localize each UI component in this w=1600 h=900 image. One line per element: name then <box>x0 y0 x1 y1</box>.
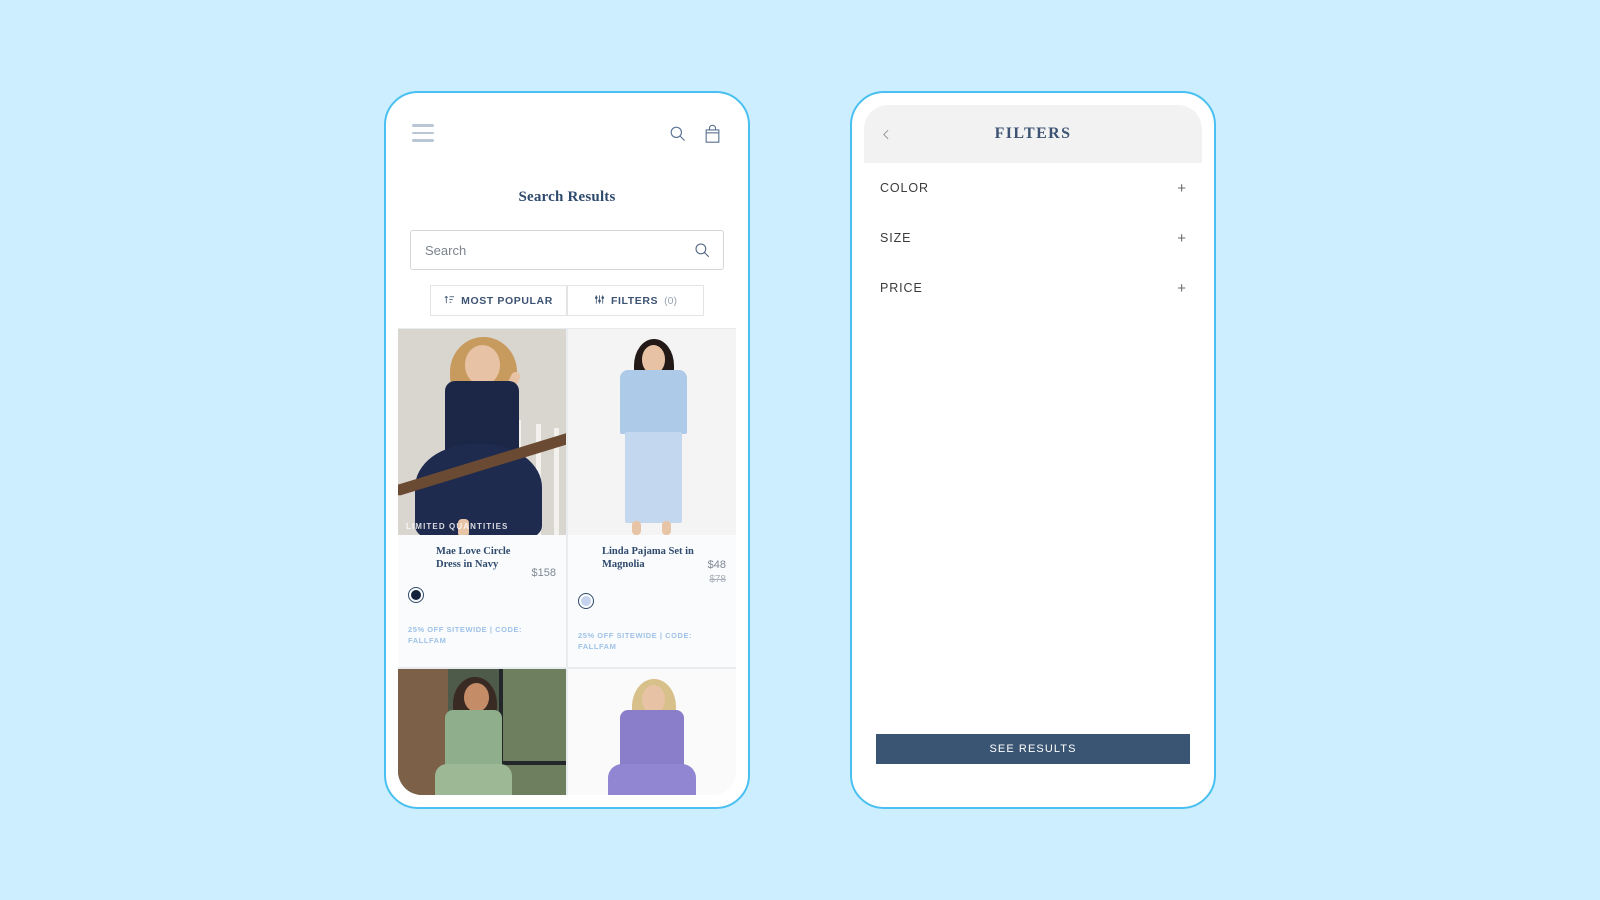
filters-count: (0) <box>664 294 677 307</box>
navy-swatch[interactable] <box>408 587 424 603</box>
product-name: Mae Love Circle Dress in Navy <box>436 546 511 571</box>
see-results-area: SEE RESULTS <box>864 734 1202 764</box>
hamburger-icon[interactable] <box>410 120 436 146</box>
hamburger-line <box>412 131 434 135</box>
product-image[interactable] <box>568 329 736 535</box>
photo-green-floral-dress-doorway <box>398 668 566 795</box>
search-box[interactable] <box>410 230 724 270</box>
filter-label: SIZE <box>880 231 912 245</box>
product-image[interactable]: LIMITED QUANTITIES <box>398 329 566 535</box>
sliders-icon <box>594 294 605 308</box>
product-card[interactable]: LIMITED QUANTITIES Mae Love Circle Dress… <box>398 329 566 667</box>
results-screen: Search Results Search MOST POPULAR FILTE… <box>398 105 736 795</box>
sort-button[interactable]: MOST POPULAR <box>430 285 567 316</box>
filters-button-label: FILTERS <box>610 294 659 307</box>
filters-button[interactable]: FILTERS (0) <box>567 285 704 316</box>
hamburger-line <box>412 139 434 142</box>
sort-filter-toolbar: MOST POPULAR FILTERS (0) <box>398 285 736 316</box>
filter-row-size[interactable]: SIZE + <box>880 213 1186 263</box>
color-swatch-list <box>568 585 736 609</box>
plus-icon[interactable]: + <box>1177 281 1186 296</box>
magnolia-swatch[interactable] <box>578 593 594 609</box>
app-bar-actions <box>668 123 722 144</box>
product-card-body: Linda Pajama Set in Magnolia $48 $78 <box>568 535 736 585</box>
plus-icon[interactable]: + <box>1177 231 1186 246</box>
product-price-original: $78 <box>709 574 726 585</box>
promo-text: 25% OFF SITEWIDE | CODE: FALLFAM <box>578 631 693 651</box>
product-grid: LIMITED QUANTITIES Mae Love Circle Dress… <box>398 328 736 795</box>
phone-mockup-results: Search Results Search MOST POPULAR FILTE… <box>384 91 750 809</box>
phone-mockup-filters: FILTERS COLOR + SIZE + PRICE + SEE RESUL… <box>850 91 1216 809</box>
color-swatch-list <box>398 579 566 603</box>
product-card-body: Mae Love Circle Dress in Navy $158 <box>398 535 566 579</box>
search-icon[interactable] <box>693 241 711 259</box>
filter-list: COLOR + SIZE + PRICE + <box>864 163 1202 313</box>
see-results-button[interactable]: SEE RESULTS <box>876 734 1190 764</box>
hamburger-line <box>412 124 434 127</box>
page-title: Search Results <box>518 189 616 205</box>
product-price: $48 <box>707 559 726 571</box>
product-name: Linda Pajama Set in Magnolia <box>602 546 694 571</box>
sort-button-label: MOST POPULAR <box>461 294 553 307</box>
plus-icon[interactable]: + <box>1177 181 1186 196</box>
filter-label: COLOR <box>880 181 929 195</box>
product-prices: $48 $78 <box>708 545 726 585</box>
limited-quantities-badge: LIMITED QUANTITIES <box>406 522 509 531</box>
product-image[interactable] <box>398 668 566 795</box>
product-image[interactable] <box>568 668 736 795</box>
product-card[interactable] <box>398 668 566 795</box>
filters-title: FILTERS <box>994 125 1072 142</box>
promo-text: 25% OFF SITEWIDE | CODE: FALLFAM <box>408 625 523 645</box>
photo-blue-pajama-set <box>568 329 736 535</box>
photo-purple-floral-dress <box>568 668 736 795</box>
product-card[interactable] <box>568 668 736 795</box>
filter-label: PRICE <box>880 281 923 295</box>
shopping-bag-icon[interactable] <box>703 123 722 144</box>
photo-navy-dress-stairs <box>398 329 566 535</box>
filter-row-price[interactable]: PRICE + <box>880 263 1186 313</box>
search-icon[interactable] <box>668 124 687 143</box>
filters-header: FILTERS <box>864 105 1202 163</box>
screen-stage: Search Results Search MOST POPULAR FILTE… <box>0 0 1600 900</box>
product-price: $158 <box>531 567 556 579</box>
filter-row-color[interactable]: COLOR + <box>880 163 1186 213</box>
app-bar <box>398 105 736 161</box>
product-card[interactable]: Linda Pajama Set in Magnolia $48 $78 25%… <box>568 329 736 667</box>
chevron-left-icon[interactable] <box>880 128 893 141</box>
search-input[interactable] <box>425 242 693 258</box>
product-prices: $158 <box>532 545 556 579</box>
sort-ascending-icon <box>444 294 455 308</box>
filters-screen: FILTERS COLOR + SIZE + PRICE + SEE RESUL… <box>864 105 1202 795</box>
search-section <box>398 230 736 270</box>
